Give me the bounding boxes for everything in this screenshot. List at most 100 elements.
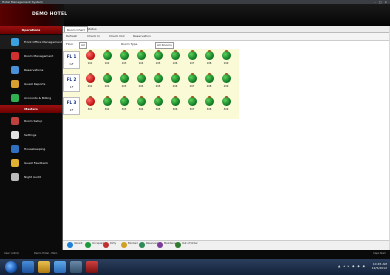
room-tile[interactable]: 207 xyxy=(184,73,200,93)
room-number: 102 xyxy=(104,62,110,65)
settings-icon xyxy=(11,131,19,139)
sidebar-item[interactable]: Room Management xyxy=(0,49,62,63)
room-status-icon xyxy=(222,50,231,60)
room-status-icon xyxy=(205,96,214,106)
room-number: 206 xyxy=(172,85,178,88)
room-tile[interactable]: 106 xyxy=(167,50,183,70)
status-user: User: Admin xyxy=(4,252,20,255)
room-tile[interactable]: 302 xyxy=(99,96,115,116)
floor-sub: 1F xyxy=(69,85,74,89)
room-status-icon xyxy=(188,73,197,83)
room-tile[interactable]: 206 xyxy=(167,73,183,93)
room-tile[interactable]: 307 xyxy=(184,96,200,116)
room-tile[interactable]: 208 xyxy=(201,73,217,93)
room-tile[interactable]: 101 xyxy=(82,50,98,70)
room-tile[interactable]: 306 xyxy=(167,96,183,116)
room-tile[interactable]: 103 xyxy=(116,50,132,70)
room-tile[interactable]: 202 xyxy=(99,73,115,93)
room-tile[interactable]: 203 xyxy=(116,73,132,93)
floor-label: FL 3 2F xyxy=(63,97,80,115)
room-type-select[interactable]: All Rooms xyxy=(155,42,174,49)
room-tile[interactable]: 108 xyxy=(201,50,217,70)
room-number: 201 xyxy=(87,85,93,88)
refresh-button[interactable]: Refresh xyxy=(66,34,77,39)
main-content: Room Chart Status Refresh Check In Check… xyxy=(62,26,389,251)
floor-name: FL 2 xyxy=(66,77,77,82)
room-tile[interactable]: 308 xyxy=(201,96,217,116)
room-tile[interactable]: 201 xyxy=(82,73,98,93)
room-status-icon xyxy=(103,73,112,83)
room-number: 108 xyxy=(206,62,212,65)
legend-label: Dirty xyxy=(110,242,117,245)
toolbar: Refresh Check In Check Out Reservation xyxy=(63,33,389,41)
check-in-button[interactable]: Check In xyxy=(87,34,100,39)
media-icon[interactable] xyxy=(54,261,66,273)
room-tile[interactable]: 104 xyxy=(133,50,149,70)
room-tile[interactable]: 304 xyxy=(133,96,149,116)
status-bar: User: Admin Demo Hotel - Main Caps Num xyxy=(0,250,390,259)
room-status-icon xyxy=(154,96,163,106)
sidebar: Operations Front Office Management Room M… xyxy=(0,26,62,250)
room-tile[interactable]: 309 xyxy=(218,96,234,116)
room-status-icon xyxy=(188,96,197,106)
room-tile[interactable]: 205 xyxy=(150,73,166,93)
room-status-icon xyxy=(154,50,163,60)
room-number: 105 xyxy=(155,62,161,65)
start-button[interactable] xyxy=(5,261,17,273)
room-number: 306 xyxy=(172,108,178,111)
sidebar-item-label: Guest Reports xyxy=(24,82,46,86)
sidebar-item[interactable]: Guest Feedback xyxy=(0,156,62,170)
legend-status-icon xyxy=(103,242,109,248)
app-logo: DEMO HOTEL xyxy=(32,12,68,17)
room-status-icon xyxy=(120,50,129,60)
legend-status-icon xyxy=(139,242,145,248)
room-status-icon xyxy=(86,73,95,83)
folder-icon[interactable] xyxy=(38,261,50,273)
hotel-app-icon[interactable] xyxy=(86,261,98,273)
room-tile[interactable]: 102 xyxy=(99,50,115,70)
room-status-icon xyxy=(171,50,180,60)
floor-name: FL 1 xyxy=(66,54,77,59)
sidebar-item-label: Reservations xyxy=(24,68,44,72)
room-number: 208 xyxy=(206,85,212,88)
check-out-button[interactable]: Check Out xyxy=(109,34,125,39)
legend-label: Occupied xyxy=(92,242,104,245)
tab-status[interactable]: Status xyxy=(85,26,99,32)
room-tile[interactable]: 109 xyxy=(218,50,234,70)
room-tile[interactable]: 209 xyxy=(218,73,234,93)
reservation-icon xyxy=(11,66,19,74)
sidebar-item[interactable]: Housekeeping xyxy=(0,142,62,156)
floor-select[interactable]: All xyxy=(79,42,87,49)
room-status-icon xyxy=(86,50,95,60)
room-status-icon xyxy=(120,73,129,83)
system-tray[interactable]: ▲ ◂ ▸ ◆ ◆ ◆ xyxy=(338,264,366,268)
sidebar-section-masters[interactable]: Masters xyxy=(0,105,62,113)
sidebar-item[interactable]: Night Audit xyxy=(0,170,62,184)
room-tile[interactable]: 305 xyxy=(150,96,166,116)
sidebar-item[interactable]: Room Setup xyxy=(0,114,62,128)
legend-label: Vacant xyxy=(74,242,83,245)
room-number: 107 xyxy=(189,62,195,65)
sidebar-item[interactable]: Reservations xyxy=(0,63,62,77)
app-icon[interactable] xyxy=(70,261,82,273)
room-tile[interactable]: 204 xyxy=(133,73,149,93)
reservation-button[interactable]: Reservation xyxy=(133,34,151,39)
floor-sub: 2F xyxy=(69,108,74,112)
sidebar-item[interactable]: Accounts & Billing xyxy=(0,91,62,105)
sidebar-item[interactable]: Settings xyxy=(0,128,62,142)
housekeeping-icon xyxy=(11,145,19,153)
legend-status-icon xyxy=(121,242,127,248)
room-number: 209 xyxy=(223,85,229,88)
sidebar-section-operations[interactable]: Operations xyxy=(0,26,62,34)
status-keys: Caps Num xyxy=(373,252,386,255)
browser-icon[interactable] xyxy=(22,261,34,273)
room-status-icon xyxy=(205,50,214,60)
sidebar-item[interactable]: Front Office Management xyxy=(0,35,62,49)
room-tile[interactable]: 301 xyxy=(82,96,98,116)
sidebar-item[interactable]: Guest Reports xyxy=(0,77,62,91)
room-tile[interactable]: 303 xyxy=(116,96,132,116)
room-tile[interactable]: 107 xyxy=(184,50,200,70)
room-tile[interactable]: 105 xyxy=(150,50,166,70)
tab-bar: Room Chart Status xyxy=(63,26,389,33)
floor-sub: GF xyxy=(69,62,74,66)
